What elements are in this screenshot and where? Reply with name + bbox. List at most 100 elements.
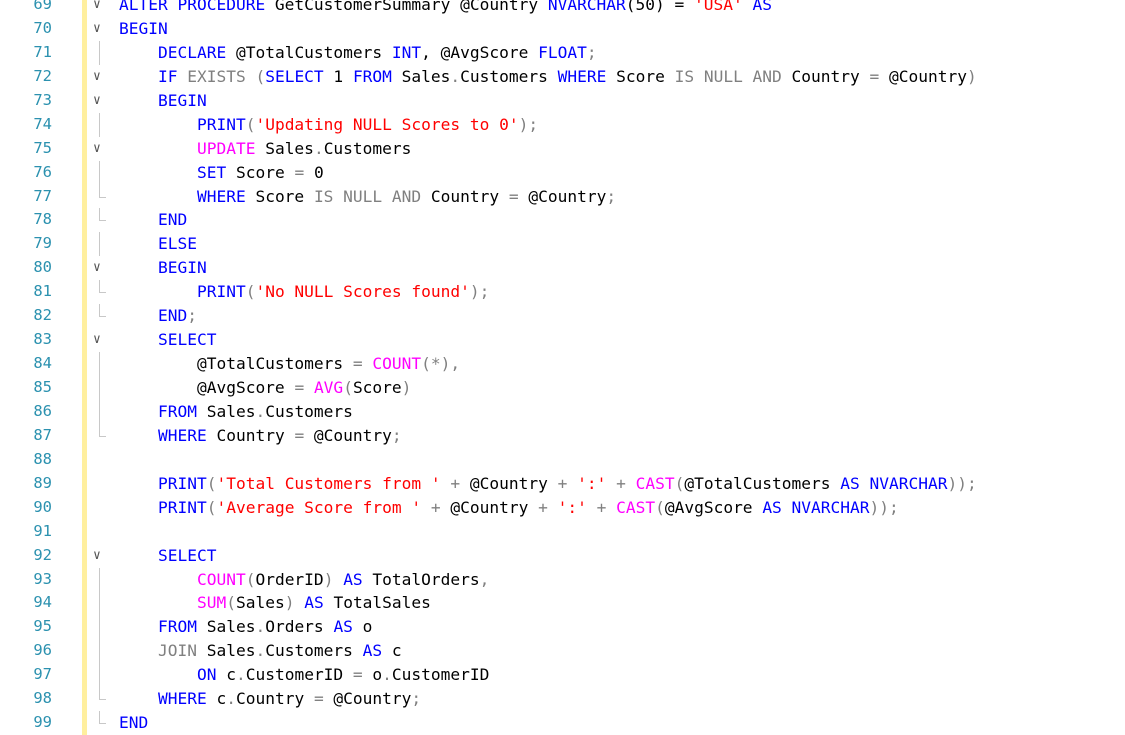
code-line[interactable]: FROM Sales.Customers — [119, 400, 1125, 424]
code-token: . — [450, 66, 461, 86]
collapse-region-toggle[interactable]: ∨ — [87, 256, 113, 280]
code-token: @Country — [879, 66, 967, 86]
code-token: AVG — [313, 378, 344, 397]
code-line[interactable]: COUNT(OrderID) AS TotalOrders, — [119, 568, 1125, 592]
code-token: = — [352, 665, 363, 685]
chevron-down-icon[interactable]: ∨ — [93, 17, 101, 41]
code-line[interactable]: BEGIN — [119, 17, 1125, 41]
code-line[interactable]: END — [119, 711, 1125, 735]
code-token: @Country — [323, 689, 412, 709]
code-line[interactable]: UPDATE Sales.Customers — [119, 137, 1125, 161]
code-token: CustomerID — [391, 665, 490, 685]
collapse-region-toggle[interactable]: ∨ — [87, 137, 113, 161]
code-text-area[interactable]: ALTER PROCEDURE GetCustomerSummary @Coun… — [119, 0, 1125, 735]
collapse-region-toggle[interactable]: ∨ — [87, 0, 113, 17]
code-line[interactable]: SELECT — [119, 328, 1125, 352]
code-token: UPDATE — [196, 138, 256, 158]
code-token: = — [508, 186, 519, 206]
code-line[interactable]: END — [119, 208, 1125, 232]
line-number: 94 — [33, 593, 52, 612]
chevron-down-icon[interactable]: ∨ — [93, 89, 101, 113]
code-line[interactable]: ALTER PROCEDURE GetCustomerSummary @Coun… — [119, 0, 1125, 17]
code-token: , @AvgScore — [421, 42, 539, 62]
code-editor[interactable]: 69 70 71 72 73 74 75 76 77 78 79 80 81 82 83 84 85 86 87 88… — [0, 0, 1125, 735]
code-token: @Country — [304, 425, 392, 445]
code-token: BEGIN — [119, 18, 168, 38]
chevron-down-icon[interactable]: ∨ — [93, 544, 101, 568]
code-token: AS NVARCHAR — [762, 497, 870, 517]
chevron-down-icon[interactable]: ∨ — [93, 65, 101, 89]
chevron-down-icon[interactable]: ∨ — [93, 256, 101, 280]
code-line[interactable]: @AvgScore = AVG(Score) — [119, 376, 1125, 400]
code-line[interactable]: PRINT('Total Customers from ' + @Country… — [119, 472, 1125, 496]
code-line[interactable]: DECLARE @TotalCustomers INT, @AvgScore F… — [119, 41, 1125, 65]
code-token: IS NULL AND — [674, 66, 782, 86]
code-token: 'Total Customers from ' — [216, 473, 441, 493]
code-token: WHERE — [196, 186, 246, 206]
chevron-down-icon[interactable]: ∨ — [93, 328, 101, 352]
code-line[interactable]: PRINT('No NULL Scores found'); — [119, 280, 1125, 304]
code-token: . — [313, 138, 324, 158]
collapse-region-toggle[interactable]: ∨ — [87, 17, 113, 41]
line-number: 85 — [33, 378, 52, 396]
fold-guide-end — [87, 184, 113, 209]
code-line[interactable]: ON c.CustomerID = o.CustomerID — [119, 663, 1125, 687]
code-line[interactable]: PRINT('Updating NULL Scores to 0'); — [119, 113, 1125, 137]
code-line[interactable]: @TotalCustomers = COUNT(*), — [119, 352, 1125, 376]
collapse-region-toggle[interactable]: ∨ — [87, 89, 113, 113]
outlining-margin[interactable]: ∨ ∨ ∨ ∨ ∨ ∨ ∨ ∨ — [87, 0, 113, 735]
code-token: . — [255, 617, 266, 637]
code-line[interactable]: IF EXISTS (SELECT 1 FROM Sales.Customers… — [119, 65, 1125, 89]
code-line[interactable]: SET Score = 0 — [119, 161, 1125, 185]
code-token: PRINT — [157, 497, 207, 517]
line-number: 92 — [33, 545, 52, 564]
line-number: 80 — [33, 258, 52, 277]
code-line[interactable]: WHERE c.Country = @Country; — [119, 687, 1125, 711]
code-token: AS NVARCHAR — [840, 473, 948, 493]
code-token: + — [606, 473, 636, 493]
code-token: SELECT — [265, 66, 324, 86]
line-number: 93 — [33, 569, 52, 588]
code-line[interactable] — [119, 520, 1125, 544]
code-line[interactable]: JOIN Sales.Customers AS c — [119, 639, 1125, 663]
code-token: FROM — [157, 401, 197, 421]
line-number: 83 — [33, 330, 52, 349]
code-line[interactable]: SELECT — [119, 544, 1125, 568]
code-token: BEGIN — [157, 90, 207, 110]
line-number: 98 — [33, 689, 52, 708]
code-line[interactable]: END; — [119, 304, 1125, 328]
code-line[interactable]: BEGIN — [119, 89, 1125, 113]
fold-guide-line — [87, 615, 113, 640]
code-line[interactable]: WHERE Country = @Country; — [119, 424, 1125, 448]
code-line[interactable]: FROM Sales.Orders AS o — [119, 615, 1125, 639]
line-number: 75 — [33, 138, 52, 157]
code-token: = — [294, 425, 305, 445]
collapse-region-toggle[interactable]: ∨ — [87, 65, 113, 89]
code-token: ':' — [557, 497, 587, 517]
code-token: 0 — [304, 162, 324, 182]
code-token: (*), — [421, 354, 461, 374]
code-line[interactable] — [119, 448, 1125, 472]
code-line[interactable]: ELSE — [119, 232, 1125, 256]
code-token: CAST — [635, 473, 675, 493]
collapse-region-toggle[interactable]: ∨ — [87, 328, 113, 352]
code-token: FROM — [157, 617, 197, 637]
code-line[interactable]: SUM(Sales) AS TotalSales — [119, 591, 1125, 615]
code-token: @TotalCustomers — [226, 42, 392, 62]
chevron-down-icon[interactable]: ∨ — [93, 137, 101, 161]
code-line[interactable]: BEGIN — [119, 256, 1125, 280]
code-token: + — [421, 497, 451, 517]
code-line[interactable]: PRINT('Average Score from ' + @Country +… — [119, 496, 1125, 520]
line-number: 88 — [33, 449, 52, 468]
code-token: INT — [391, 42, 422, 62]
code-line[interactable]: WHERE Score IS NULL AND Country = @Count… — [119, 185, 1125, 209]
collapse-region-toggle[interactable]: ∨ — [87, 544, 113, 568]
chevron-down-icon[interactable]: ∨ — [93, 0, 101, 17]
